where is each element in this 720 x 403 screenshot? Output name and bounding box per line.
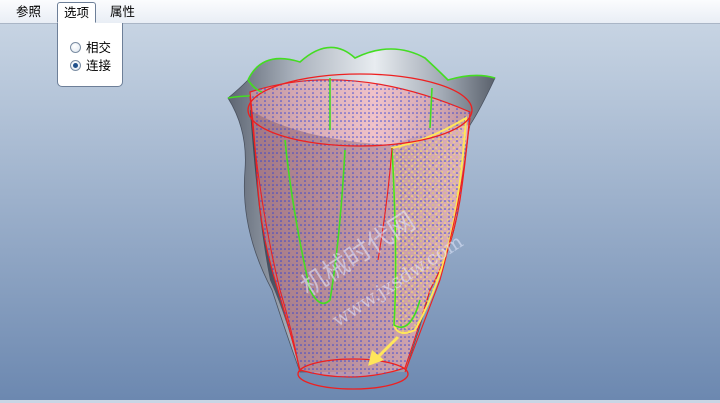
options-panel: 相交 连接: [57, 23, 123, 87]
radio-button[interactable]: [70, 42, 81, 53]
tab-properties[interactable]: 属性: [104, 2, 141, 23]
tab-options[interactable]: 选项: [57, 2, 97, 23]
tab-references[interactable]: 参照: [10, 2, 47, 23]
radio-button-checked[interactable]: [70, 60, 81, 71]
tab-bar: 参照 选项 属性: [0, 0, 720, 24]
radio-label: 相交: [86, 40, 112, 55]
radio-label: 连接: [86, 58, 112, 73]
